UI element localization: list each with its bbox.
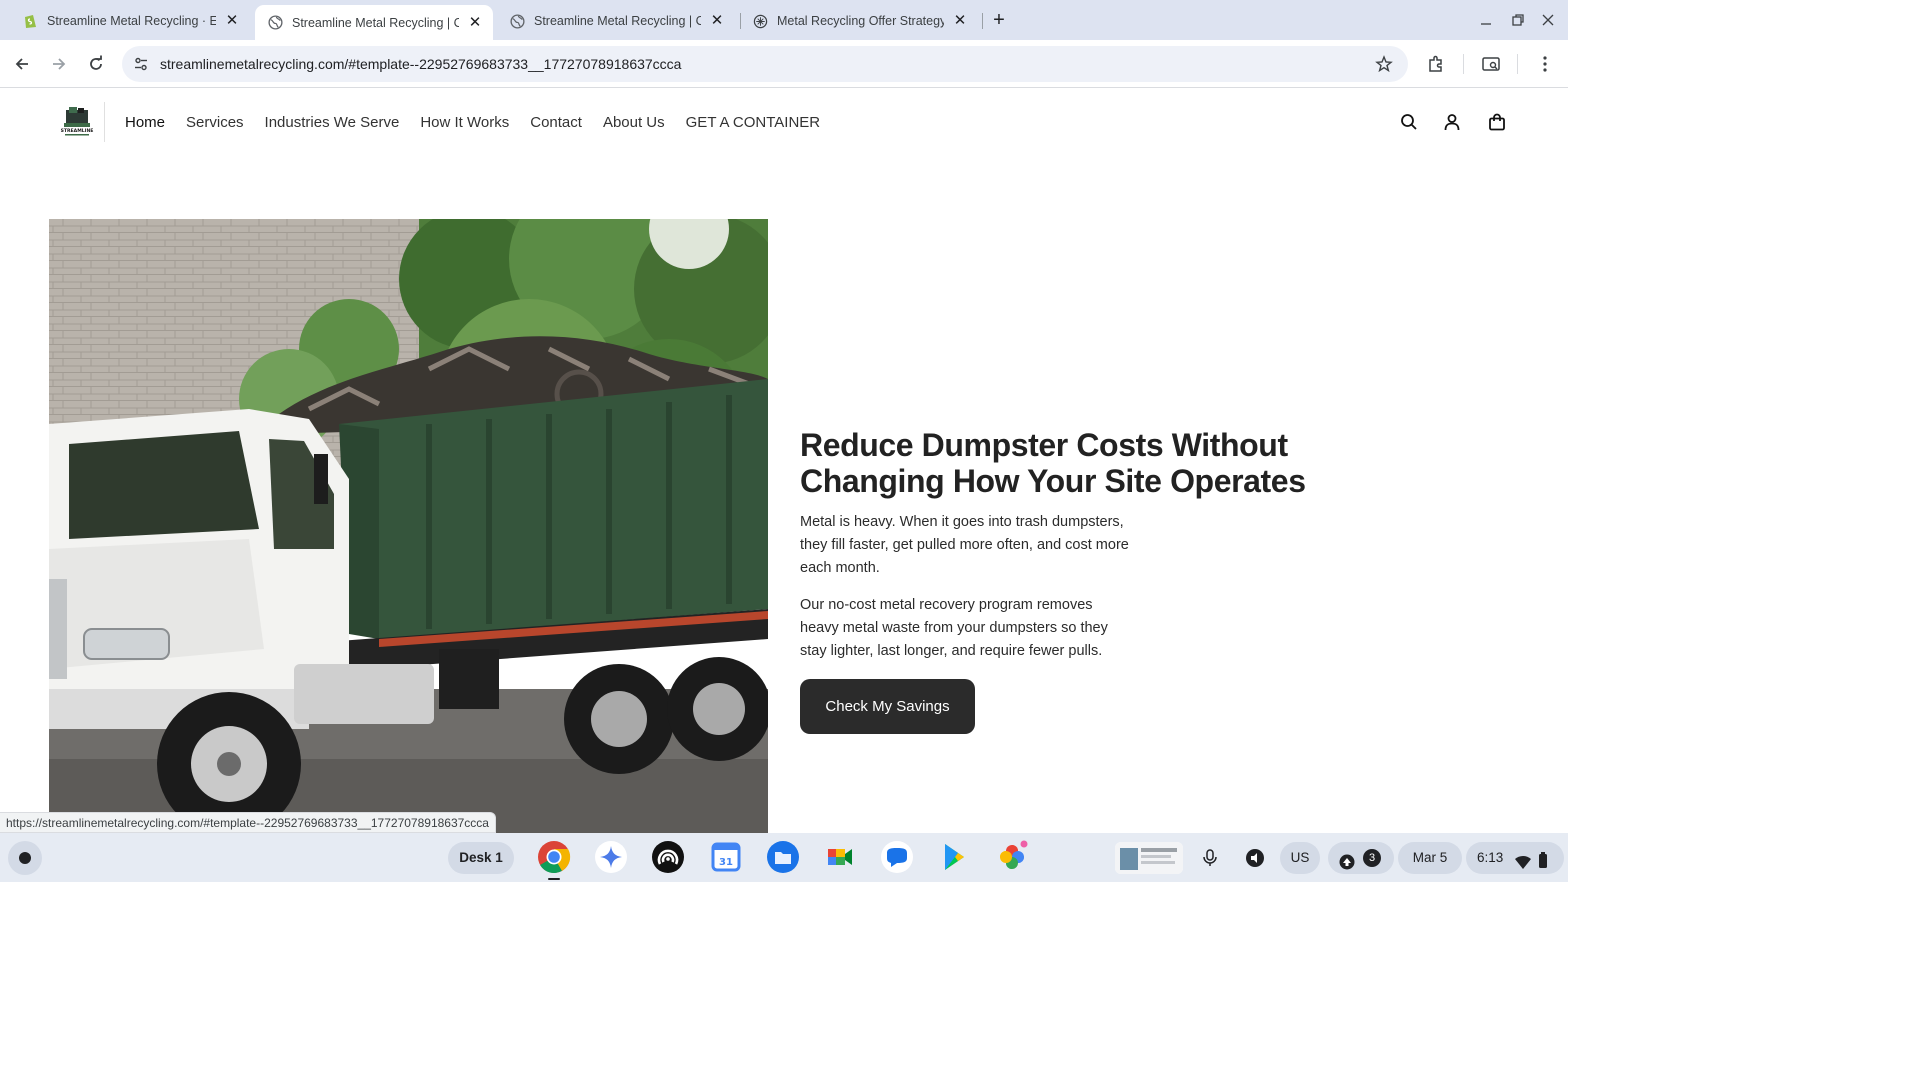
tab-title: Streamline Metal Recycling | Commercial	[292, 15, 459, 30]
battery-icon	[1538, 849, 1548, 868]
photos-icon[interactable]	[995, 840, 1029, 874]
play-store-icon[interactable]	[937, 840, 971, 874]
openai-icon	[752, 13, 768, 29]
logo-divider	[104, 102, 105, 142]
address-bar[interactable]: streamlinemetalrecycling.com/#template--…	[122, 46, 1408, 82]
screen-share-icon[interactable]	[1243, 846, 1267, 870]
desk-switcher[interactable]: Desk 1	[448, 842, 514, 874]
link-status-bar: https://streamlinemetalrecycling.com/#te…	[0, 812, 496, 833]
tab-separator	[982, 13, 983, 29]
input-method-indicator[interactable]: US	[1280, 842, 1320, 874]
close-icon[interactable]: ✕	[709, 13, 725, 29]
reading-mode-icon[interactable]	[1479, 52, 1503, 76]
clock-time: 6:13	[1477, 850, 1504, 865]
minimize-icon[interactable]	[1474, 8, 1498, 32]
tab-site-copy[interactable]: Streamline Metal Recycling | Commercial …	[497, 6, 735, 36]
browser-toolbar: streamlinemetalrecycling.com/#template--…	[0, 40, 1568, 88]
forward-button[interactable]	[47, 52, 71, 76]
shopify-icon	[22, 13, 38, 29]
chrome-icon[interactable]	[537, 840, 571, 874]
date-tray[interactable]: Mar 5	[1398, 842, 1462, 874]
account-icon[interactable]	[1441, 111, 1463, 133]
nav-about-us[interactable]: About Us	[603, 114, 665, 131]
chat-icon[interactable]	[880, 840, 914, 874]
hero-paragraph-1: Metal is heavy. When it goes into trash …	[800, 514, 1129, 576]
close-icon[interactable]: ✕	[952, 13, 968, 29]
bookmark-star-icon[interactable]	[1375, 55, 1393, 73]
upload-arrow-icon	[1339, 850, 1355, 870]
wifi-icon	[1514, 850, 1532, 869]
tab-title: Metal Recycling Offer Strategy	[777, 14, 944, 28]
hero-content: Reduce Dumpster Costs Without Changing H…	[800, 427, 1360, 734]
notifications-pill[interactable]: 3	[1328, 842, 1394, 874]
globe-icon	[267, 15, 283, 31]
status-tray[interactable]: 6:13	[1466, 842, 1564, 874]
tab-title: Streamline Metal Recycling | Commercial	[534, 14, 701, 28]
site-header: STREAMLINE Home Services Industries We S…	[0, 89, 1568, 155]
podcast-app-icon[interactable]	[651, 840, 685, 874]
launcher-button[interactable]	[8, 841, 42, 875]
new-tab-button[interactable]: +	[988, 10, 1010, 32]
reload-button[interactable]	[84, 52, 108, 76]
toolbar-divider	[1517, 54, 1518, 74]
nav-contact[interactable]: Contact	[530, 114, 582, 131]
tab-strip: Streamline Metal Recycling · Edit ✕ Stre…	[0, 0, 1568, 40]
notification-count-badge: 3	[1363, 849, 1381, 867]
nav-industries[interactable]: Industries We Serve	[265, 114, 400, 131]
active-app-indicator	[548, 878, 560, 880]
tab-shopify-editor[interactable]: Streamline Metal Recycling · Edit ✕	[10, 6, 250, 36]
site-info-icon[interactable]	[133, 56, 149, 72]
calendar-day: 31	[719, 857, 733, 868]
main-nav: Home Services Industries We Serve How It…	[125, 89, 841, 155]
close-icon[interactable]: ✕	[224, 13, 240, 29]
restore-icon[interactable]	[1506, 8, 1530, 32]
close-window-icon[interactable]	[1536, 8, 1560, 32]
back-button[interactable]	[10, 52, 34, 76]
calendar-icon[interactable]: 31	[709, 840, 743, 874]
cart-bag-icon[interactable]	[1486, 111, 1508, 133]
toolbar-divider	[1463, 54, 1464, 74]
nav-home[interactable]: Home	[125, 114, 165, 131]
files-icon[interactable]	[766, 840, 800, 874]
globe-icon	[509, 13, 525, 29]
hero-image-truck	[49, 219, 768, 833]
gemini-icon[interactable]	[594, 840, 628, 874]
close-icon[interactable]: ✕	[467, 14, 483, 31]
tab-title: Streamline Metal Recycling · Edit	[47, 14, 216, 28]
tab-chatgpt[interactable]: Metal Recycling Offer Strategy ✕	[740, 6, 978, 36]
search-icon[interactable]	[1398, 111, 1420, 133]
logo-wordmark: STREAMLINE	[61, 128, 94, 134]
menu-kebab-icon[interactable]	[1533, 52, 1557, 76]
hero-heading: Reduce Dumpster Costs Without Changing H…	[800, 427, 1306, 499]
screen-capture-thumbnail[interactable]	[1115, 842, 1183, 874]
tab-active-site[interactable]: Streamline Metal Recycling | Commercial …	[255, 5, 493, 40]
nav-get-a-container[interactable]: GET A CONTAINER	[686, 114, 820, 131]
microphone-icon[interactable]	[1198, 846, 1222, 870]
os-shelf: Desk 1 31 US 3 Mar 5 6:13	[0, 833, 1568, 882]
extensions-icon[interactable]	[1424, 52, 1448, 76]
hero-paragraph-2: Our no-cost metal recovery program remov…	[800, 597, 1108, 659]
nav-services[interactable]: Services	[186, 114, 244, 131]
nav-how-it-works[interactable]: How It Works	[420, 114, 509, 131]
meet-icon[interactable]	[823, 840, 857, 874]
url-text[interactable]: streamlinemetalrecycling.com/#template--…	[160, 46, 681, 82]
site-logo[interactable]: STREAMLINE	[60, 105, 94, 139]
check-my-savings-button[interactable]: Check My Savings	[800, 679, 975, 734]
